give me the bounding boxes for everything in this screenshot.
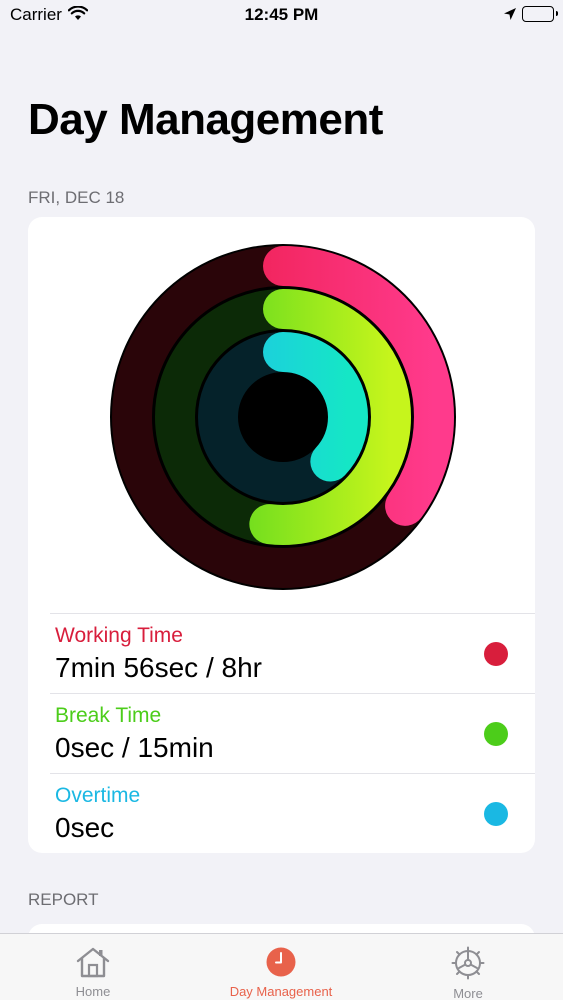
status-bar: Carrier 12:45 PM — [0, 0, 563, 30]
break-time-dot — [484, 722, 508, 746]
break-time-value: 0sec / 15min — [55, 732, 214, 763]
tab-bar: Home Day Management More — [0, 933, 563, 1000]
home-icon — [43, 946, 143, 983]
overtime-dot — [484, 802, 508, 826]
tab-home-label: Home — [75, 984, 111, 999]
overtime-row[interactable]: Overtime 0sec — [50, 773, 535, 853]
date-header: FRI, DEC 18 — [28, 188, 125, 207]
working-time-dot — [484, 642, 508, 666]
tab-more[interactable]: More — [418, 934, 518, 1000]
working-time-label: Working Time — [55, 624, 183, 647]
break-time-row[interactable]: Break Time 0sec / 15min — [50, 693, 535, 773]
working-time-row[interactable]: Working Time 7min 56sec / 8hr — [50, 613, 535, 693]
activity-rings — [110, 244, 456, 590]
overtime-label: Overtime — [55, 784, 141, 807]
tab-day-management[interactable]: Day Management — [206, 934, 356, 1000]
gear-icon — [418, 946, 518, 985]
clock-icon — [206, 946, 356, 983]
report-header: REPORT — [28, 890, 99, 909]
page-title: Day Management — [28, 95, 383, 144]
tab-home[interactable]: Home — [43, 934, 143, 1000]
status-time: 12:45 PM — [244, 5, 319, 24]
overtime-value: 0sec — [55, 812, 115, 843]
break-time-label: Break Time — [55, 704, 162, 727]
working-time-value: 7min 56sec / 8hr — [55, 652, 262, 683]
battery-icon — [522, 6, 558, 22]
tab-day-management-label: Day Management — [229, 984, 333, 999]
location-arrow-icon — [503, 7, 517, 26]
activity-card: Working Time 7min 56sec / 8hr Break Time… — [28, 217, 535, 853]
tab-more-label: More — [453, 986, 483, 1000]
